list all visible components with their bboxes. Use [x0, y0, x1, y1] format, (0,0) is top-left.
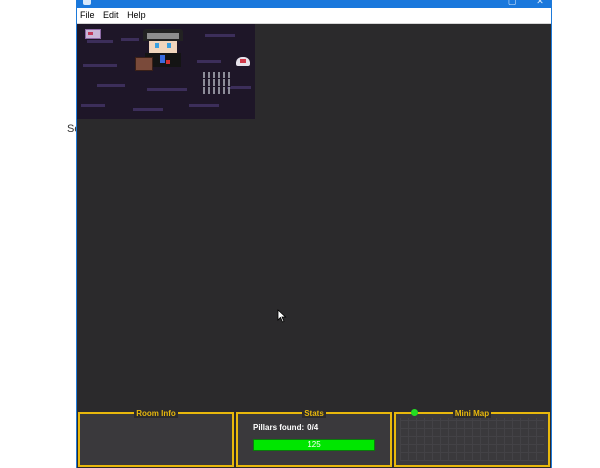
- maximize-icon[interactable]: ▢: [507, 0, 517, 6]
- room-info-title: Room Info: [134, 409, 178, 418]
- pillars-value: 0/4: [307, 423, 319, 432]
- pillars-found: Pillars found: 0/4: [253, 423, 321, 432]
- menu-edit[interactable]: Edit: [100, 8, 122, 23]
- potion-sprite: [236, 57, 250, 66]
- app-icon: [83, 0, 91, 5]
- room-info-panel: Room Info: [78, 409, 234, 467]
- spike-trap-sprite: [203, 72, 231, 94]
- menu-bar: File Edit Help: [77, 8, 551, 24]
- menu-file[interactable]: File: [77, 8, 98, 23]
- health-bar: 125: [253, 439, 375, 451]
- mini-map-grid: [400, 418, 544, 461]
- mini-map-panel: Mini Map: [394, 409, 550, 467]
- mouse-cursor-icon: [277, 309, 287, 323]
- close-icon[interactable]: ✕: [535, 0, 545, 6]
- game-window: ▢ ✕ File Edit Help Room Info Stats Pilla…: [76, 0, 552, 468]
- health-value: 125: [307, 440, 321, 449]
- crate-sprite: [85, 29, 101, 39]
- mini-map-player-marker: [411, 409, 418, 416]
- stats-panel: Stats Pillars found: 0/4 125: [236, 409, 392, 467]
- pillars-label: Pillars found:: [253, 423, 305, 432]
- game-viewport[interactable]: [77, 24, 255, 119]
- title-bar[interactable]: ▢ ✕: [77, 0, 551, 8]
- stats-title: Stats: [302, 409, 326, 418]
- menu-help[interactable]: Help: [124, 8, 149, 23]
- player-character: [135, 27, 193, 71]
- mini-map-title: Mini Map: [452, 409, 492, 418]
